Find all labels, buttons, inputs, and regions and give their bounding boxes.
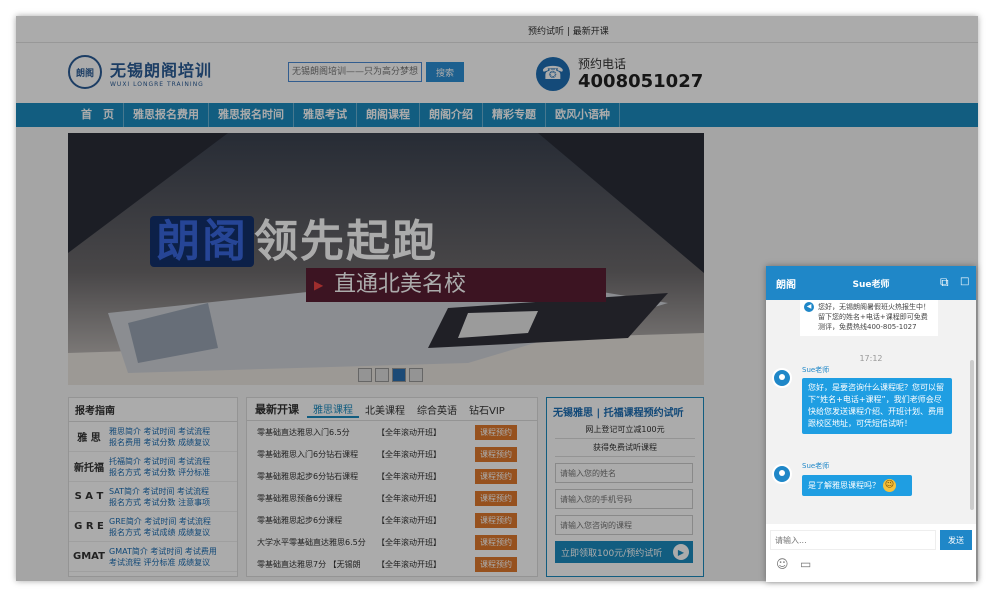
phone-number: 4008051027 (578, 71, 704, 92)
guide-row: S A T SAT简介 考试时间 考试流程 报名方式 考试分数 注意事项 (69, 482, 237, 512)
agent-avatar (772, 464, 792, 484)
book-course-button[interactable]: 课程预约 (475, 468, 517, 484)
course-tabs: 最新开课 雅思课程 北美课程 综合英语 钻石VIP (247, 398, 537, 421)
submit-booking-button[interactable]: 立即领取100元/预约试听 ▶ (555, 541, 693, 563)
book-course-button[interactable]: 课程预约 (475, 424, 517, 440)
chat-widget: 朗阁 Sue老师 ⧉ □ ◀ 您好，无锡朗阁暑假班火热报生中！留下您的姓名+电话… (766, 266, 976, 582)
chat-messages: ◀ 您好，无锡朗阁暑假班火热报生中！留下您的姓名+电话+课程即可免费测评，免费热… (766, 300, 976, 524)
form-title: 无锡雅思 | 托福课程预约试听 (553, 408, 684, 419)
emoji-icon[interactable]: ☺ (776, 557, 789, 571)
send-button[interactable]: 发送 (940, 530, 972, 550)
speaker-icon: ◀ (804, 302, 814, 312)
book-course-button[interactable]: 课程预约 (475, 512, 517, 528)
course-row: 零基础雅思入门6分钻石课程 【全年滚动开班】 课程预约 (247, 443, 537, 465)
course-row: 大学水平零基础直达雅思6.5分 【全年滚动开班】 课程预约 (247, 531, 537, 553)
tab-ielts[interactable]: 雅思课程 (307, 401, 359, 418)
site-logo[interactable]: 朗阁 无锡朗阁培训 WUXI LONGRE TRAINING (68, 55, 212, 89)
telephone-icon: ☎ (536, 56, 570, 91)
tab-general-english[interactable]: 综合英语 (411, 402, 463, 417)
chat-header[interactable]: 朗阁 Sue老师 ⧉ □ (766, 266, 976, 300)
course-field[interactable] (555, 515, 693, 535)
minimize-icon[interactable]: □ (960, 276, 969, 287)
guide-row: 新托福 托福简介 考试时间 考试流程 报名方式 考试分数 评分标准 (69, 452, 237, 482)
form-promo-line: 网上登记可立减100元 (555, 421, 695, 439)
main-nav: 首 页 雅思报名费用 雅思报名时间 雅思考试 朗阁课程 朗阁介绍 精彩专题 欧风… (16, 103, 978, 127)
phone-contact: ☎ 预约电话 4008051027 (536, 55, 703, 92)
course-row: 零基础直达雅思入门6.5分 【全年滚动开班】 课程预约 (247, 421, 537, 443)
wink-emoji-icon: 😉 (883, 479, 896, 492)
nav-item-home[interactable]: 首 页 (72, 103, 124, 127)
tab-north-america[interactable]: 北美课程 (359, 402, 411, 417)
nav-item-ielts-date[interactable]: 雅思报名时间 (209, 103, 294, 127)
search-input[interactable] (288, 62, 422, 82)
message-sender: Sue老师 (802, 462, 830, 470)
book-course-button[interactable]: 课程预约 (475, 556, 517, 572)
chat-message-input[interactable] (770, 530, 936, 550)
message-time: 17:12 (859, 354, 883, 363)
folder-icon[interactable]: ▭ (800, 557, 811, 571)
nav-item-courses[interactable]: 朗阁课程 (357, 103, 420, 127)
banner-subtitle: 直通北美名校 (306, 268, 606, 302)
book-course-button[interactable]: 课程预约 (475, 446, 517, 462)
courses-heading: 最新开课 (255, 403, 299, 416)
latest-courses-panel: 最新开课 雅思课程 北美课程 综合英语 钻石VIP 零基础直达雅思入门6.5分【… (246, 397, 538, 577)
book-course-button[interactable]: 课程预约 (475, 534, 517, 550)
site-search: 搜索 (288, 62, 464, 82)
name-field[interactable] (555, 463, 693, 483)
book-course-button[interactable]: 课程预约 (475, 490, 517, 506)
agent-message: 您好，是要咨询什么课程呢？您可以留下“姓名+电话+课程”，我们老师会尽快给您发送… (802, 378, 952, 434)
mobile-field[interactable] (555, 489, 693, 509)
system-message: ◀ 您好，无锡朗阁暑假班火热报生中！留下您的姓名+电话+课程即可免费测评，免费热… (800, 300, 938, 336)
guide-row: GMAT GMAT简介 考试时间 考试费用 考试流程 评分标准 成绩复议 (69, 542, 237, 572)
course-row: 零基础雅思起步6分课程 【全年滚动开班】 课程预约 (247, 509, 537, 531)
guide-row: 雅 思 雅思简介 考试时间 考试流程 报名费用 考试分数 成绩复议 (69, 422, 237, 452)
banner-dot[interactable] (375, 368, 389, 382)
logo-seal-icon: 朗阁 (68, 55, 102, 89)
form-promo-line: 获得免费试听课程 (555, 439, 695, 457)
guide-title: 报考指南 (69, 398, 237, 422)
logo-english-name: WUXI LONGRE TRAINING (110, 80, 204, 88)
chat-composer: 发送 ☺ ▭ (766, 524, 976, 582)
site-header: 朗阁 无锡朗阁培训 WUXI LONGRE TRAINING 搜索 ☎ 预约电话… (16, 43, 978, 103)
logo-chinese-name: 无锡朗阁培训 (110, 60, 213, 80)
guide-row: G R E GRE简介 考试时间 考试流程 报名方式 考试成绩 成绩复议 (69, 512, 237, 542)
banner-dot-active[interactable] (392, 368, 406, 382)
phone-label: 预约电话 (578, 57, 627, 71)
top-links[interactable]: 预约试听 | 最新开课 (528, 24, 609, 37)
nav-item-ielts-fee[interactable]: 雅思报名费用 (124, 103, 209, 127)
hero-banner[interactable]: 朗阁领先起跑 直通北美名校 (68, 133, 704, 385)
chat-scrollbar[interactable] (970, 360, 974, 510)
course-row: 零基础直达雅思7分 【无锡朗 【全年滚动开班】 课程预约 (247, 553, 537, 575)
top-bar: 预约试听 | 最新开课 (16, 16, 978, 43)
play-arrow-icon: ▶ (673, 544, 689, 560)
agent-message: 是了解雅思课程吗？ 😉 (802, 475, 912, 496)
banner-title: 朗阁 领先起跑 (150, 205, 438, 269)
trial-booking-form: 无锡雅思 | 托福课程预约试听 网上登记可立减100元 获得免费试听课程 立即领… (546, 397, 704, 577)
nav-item-ielts-exam[interactable]: 雅思考试 (294, 103, 357, 127)
nav-item-languages[interactable]: 欧风小语种 (546, 103, 620, 127)
agent-avatar (772, 368, 792, 388)
exam-guide-panel: 报考指南 雅 思 雅思简介 考试时间 考试流程 报名费用 考试分数 成绩复议 新托… (68, 397, 238, 577)
popout-icon[interactable]: ⧉ (940, 275, 949, 290)
nav-item-topics[interactable]: 精彩专题 (483, 103, 546, 127)
message-sender: Sue老师 (802, 366, 830, 374)
banner-pagination (358, 368, 423, 382)
banner-dot[interactable] (409, 368, 423, 382)
course-row: 零基础雅思起步6分钻石课程 【全年滚动开班】 课程预约 (247, 465, 537, 487)
banner-dot[interactable] (358, 368, 372, 382)
course-row: 零基础雅思预备6分课程 【全年滚动开班】 课程预约 (247, 487, 537, 509)
tab-diamond-vip[interactable]: 钻石VIP (463, 402, 511, 417)
nav-item-about[interactable]: 朗阁介绍 (420, 103, 483, 127)
search-button[interactable]: 搜索 (426, 62, 464, 82)
